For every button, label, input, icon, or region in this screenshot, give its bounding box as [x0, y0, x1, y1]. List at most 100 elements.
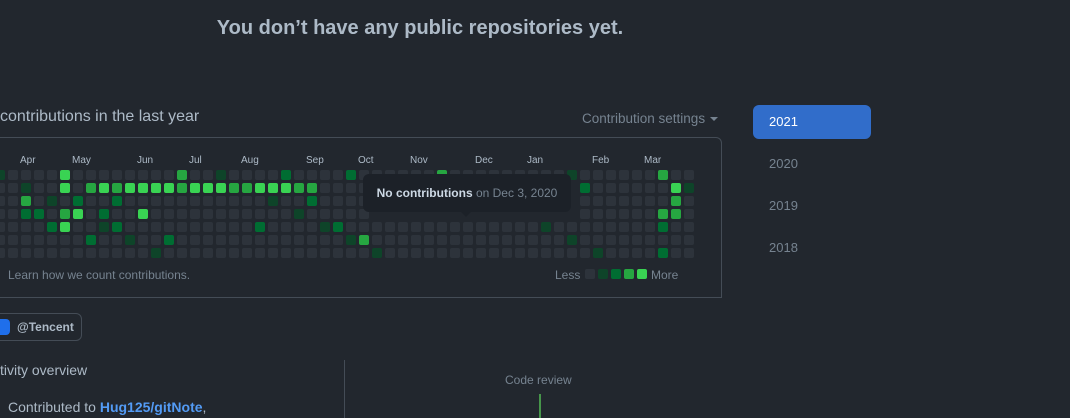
contribution-day-cell[interactable] — [216, 222, 226, 232]
contribution-day-cell[interactable] — [138, 196, 148, 206]
contribution-day-cell[interactable] — [333, 183, 343, 193]
contribution-day-cell[interactable] — [320, 235, 330, 245]
contribution-day-cell[interactable] — [619, 170, 629, 180]
contribution-day-cell[interactable] — [528, 235, 538, 245]
contribution-day-cell[interactable] — [307, 170, 317, 180]
contribution-day-cell[interactable] — [216, 235, 226, 245]
contribution-settings-button[interactable]: Contribution settings — [582, 111, 719, 126]
contribution-day-cell[interactable] — [541, 248, 551, 258]
contribution-day-cell[interactable] — [60, 248, 70, 258]
contribution-day-cell[interactable] — [99, 248, 109, 258]
contribution-day-cell[interactable] — [502, 222, 512, 232]
contribution-day-cell[interactable] — [229, 196, 239, 206]
contribution-day-cell[interactable] — [151, 248, 161, 258]
contribution-day-cell[interactable] — [424, 248, 434, 258]
contribution-day-cell[interactable] — [99, 170, 109, 180]
contribution-day-cell[interactable] — [99, 196, 109, 206]
contribution-day-cell[interactable] — [645, 183, 655, 193]
year-button-2018[interactable]: 2018 — [753, 231, 871, 265]
contribution-day-cell[interactable] — [0, 209, 5, 219]
contribution-day-cell[interactable] — [99, 209, 109, 219]
contribution-day-cell[interactable] — [112, 196, 122, 206]
contribution-day-cell[interactable] — [0, 183, 5, 193]
contribution-day-cell[interactable] — [684, 183, 694, 193]
contribution-day-cell[interactable] — [632, 170, 642, 180]
contribution-day-cell[interactable] — [34, 170, 44, 180]
contribution-day-cell[interactable] — [86, 170, 96, 180]
contribution-day-cell[interactable] — [398, 248, 408, 258]
contribution-day-cell[interactable] — [385, 235, 395, 245]
contribution-day-cell[interactable] — [268, 209, 278, 219]
contribution-day-cell[interactable] — [34, 222, 44, 232]
contribution-day-cell[interactable] — [671, 222, 681, 232]
contribution-day-cell[interactable] — [658, 222, 668, 232]
contribution-day-cell[interactable] — [47, 248, 57, 258]
contribution-day-cell[interactable] — [320, 170, 330, 180]
contribution-day-cell[interactable] — [125, 248, 135, 258]
contribution-day-cell[interactable] — [385, 222, 395, 232]
contribution-day-cell[interactable] — [684, 209, 694, 219]
contribution-day-cell[interactable] — [580, 196, 590, 206]
contribution-day-cell[interactable] — [242, 248, 252, 258]
contribution-day-cell[interactable] — [450, 235, 460, 245]
contribution-day-cell[interactable] — [8, 222, 18, 232]
contribution-day-cell[interactable] — [86, 196, 96, 206]
contribution-day-cell[interactable] — [0, 235, 5, 245]
contribution-day-cell[interactable] — [60, 183, 70, 193]
contribution-day-cell[interactable] — [242, 235, 252, 245]
contribution-day-cell[interactable] — [307, 196, 317, 206]
contribution-day-cell[interactable] — [463, 248, 473, 258]
contribution-day-cell[interactable] — [632, 248, 642, 258]
contribution-day-cell[interactable] — [60, 209, 70, 219]
contribution-day-cell[interactable] — [138, 222, 148, 232]
contribution-day-cell[interactable] — [619, 248, 629, 258]
contribution-day-cell[interactable] — [671, 209, 681, 219]
contribution-day-cell[interactable] — [242, 196, 252, 206]
contribution-day-cell[interactable] — [294, 222, 304, 232]
contribution-day-cell[interactable] — [190, 183, 200, 193]
contribution-day-cell[interactable] — [255, 235, 265, 245]
contribution-day-cell[interactable] — [528, 248, 538, 258]
contribution-day-cell[interactable] — [333, 222, 343, 232]
contribution-day-cell[interactable] — [658, 170, 668, 180]
contribution-day-cell[interactable] — [619, 209, 629, 219]
contribution-day-cell[interactable] — [0, 222, 5, 232]
contribution-day-cell[interactable] — [177, 222, 187, 232]
contribution-day-cell[interactable] — [645, 222, 655, 232]
contribution-day-cell[interactable] — [73, 183, 83, 193]
contribution-day-cell[interactable] — [177, 209, 187, 219]
contribution-day-cell[interactable] — [684, 248, 694, 258]
contribution-day-cell[interactable] — [190, 170, 200, 180]
contribution-day-cell[interactable] — [216, 196, 226, 206]
contribution-day-cell[interactable] — [47, 235, 57, 245]
contribution-day-cell[interactable] — [645, 170, 655, 180]
contribution-day-cell[interactable] — [177, 170, 187, 180]
contribution-day-cell[interactable] — [125, 222, 135, 232]
contribution-day-cell[interactable] — [8, 196, 18, 206]
contribution-day-cell[interactable] — [450, 222, 460, 232]
contribution-day-cell[interactable] — [671, 248, 681, 258]
contribution-day-cell[interactable] — [229, 209, 239, 219]
contribution-day-cell[interactable] — [34, 209, 44, 219]
repo-link[interactable]: Hug125/gitNote — [100, 399, 203, 415]
contribution-day-cell[interactable] — [112, 209, 122, 219]
contribution-day-cell[interactable] — [21, 248, 31, 258]
contribution-day-cell[interactable] — [268, 170, 278, 180]
contribution-day-cell[interactable] — [346, 196, 356, 206]
contribution-day-cell[interactable] — [606, 209, 616, 219]
contribution-day-cell[interactable] — [619, 183, 629, 193]
contribution-day-cell[interactable] — [645, 209, 655, 219]
contribution-day-cell[interactable] — [580, 248, 590, 258]
contribution-day-cell[interactable] — [190, 222, 200, 232]
contribution-day-cell[interactable] — [21, 209, 31, 219]
contribution-day-cell[interactable] — [177, 248, 187, 258]
contribution-day-cell[interactable] — [229, 248, 239, 258]
contribution-day-cell[interactable] — [242, 222, 252, 232]
contribution-day-cell[interactable] — [164, 248, 174, 258]
contribution-day-cell[interactable] — [8, 209, 18, 219]
contribution-day-cell[interactable] — [658, 183, 668, 193]
contribution-day-cell[interactable] — [411, 248, 421, 258]
contribution-day-cell[interactable] — [281, 183, 291, 193]
contribution-day-cell[interactable] — [60, 235, 70, 245]
contribution-day-cell[interactable] — [632, 209, 642, 219]
